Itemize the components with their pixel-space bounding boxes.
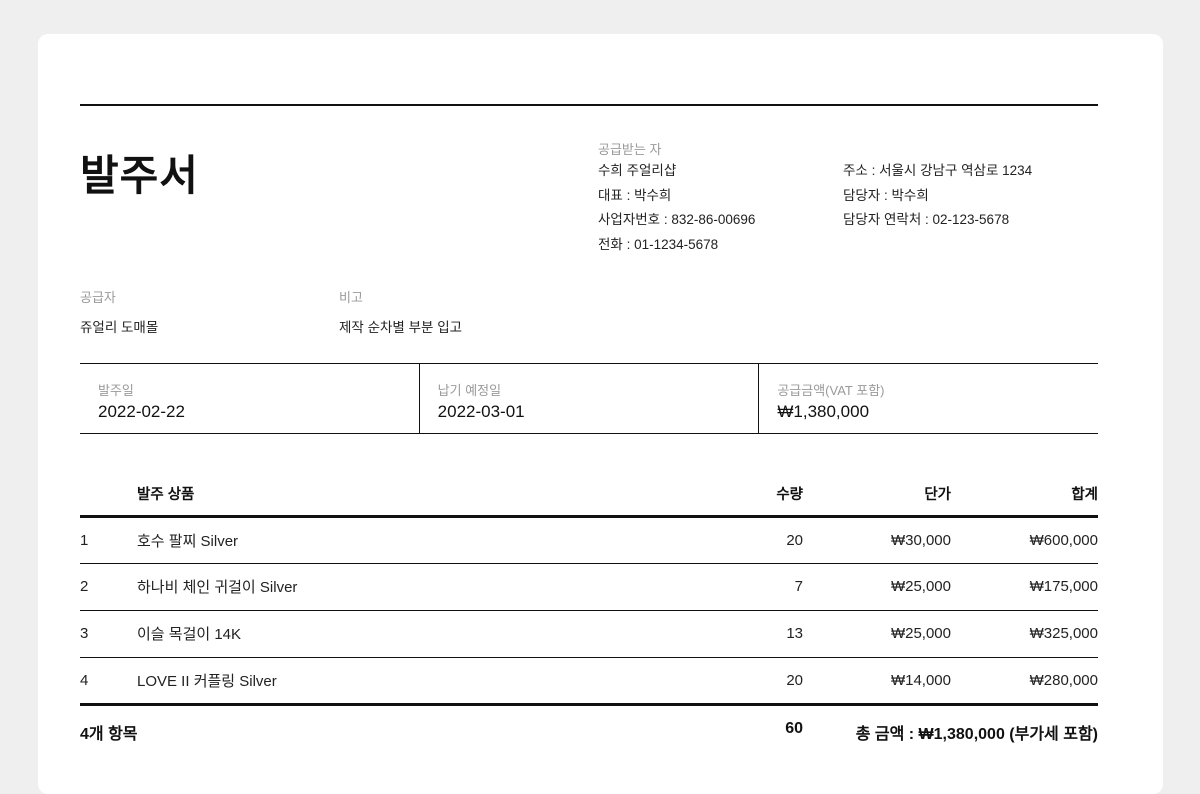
top-divider	[80, 104, 1098, 106]
amount-label: 공급금액(VAT 포함)	[777, 383, 885, 398]
row-quantity: 20	[723, 657, 803, 706]
row-total: ₩325,000	[951, 610, 1098, 658]
row-total: ₩175,000	[951, 563, 1098, 611]
row-product: LOVE II 커플링 Silver	[137, 657, 723, 706]
receiver-info-right: 주소 : 서울시 강남구 역삼로 1234 담당자 : 박수희 담당자 연락처 …	[843, 164, 1032, 238]
row-quantity: 7	[723, 563, 803, 611]
row-product: 이슬 목걸이 14K	[137, 610, 723, 658]
header-quantity: 수량	[723, 477, 803, 518]
purchase-order-card: 발주서 공급받는 자 수희 주얼리샵 대표 : 박수희 사업자번호 : 832-…	[38, 34, 1163, 794]
due-date-label: 납기 예정일	[437, 383, 502, 398]
header-number	[80, 477, 137, 518]
receiver-label: 공급받는 자	[598, 142, 662, 157]
table-row: 2 하나비 체인 귀걸이 Silver 7 ₩25,000 ₩175,000	[80, 563, 1098, 611]
order-date-value: 2022-02-22	[98, 402, 185, 421]
receiver-info-left: 수희 주얼리샵 대표 : 박수희 사업자번호 : 832-86-00696 전화…	[598, 164, 755, 262]
order-items-table: 발주 상품 수량 단가 합계 1 호수 팔찌 Silver 20 ₩30,000…	[80, 477, 1098, 706]
row-unit-price: ₩14,000	[803, 657, 951, 706]
order-summary: 발주일 2022-02-22 납기 예정일 2022-03-01 공급금액(VA…	[80, 363, 1098, 434]
table-row: 3 이슬 목걸이 14K 13 ₩25,000 ₩325,000	[80, 610, 1098, 658]
receiver-company: 수희 주얼리샵	[598, 163, 677, 178]
row-quantity: 20	[723, 516, 803, 564]
row-product: 호수 팔찌 Silver	[137, 516, 723, 564]
row-unit-price: ₩25,000	[803, 610, 951, 658]
row-quantity: 13	[723, 610, 803, 658]
due-date-cell: 납기 예정일 2022-03-01	[418, 364, 759, 433]
row-product: 하나비 체인 귀걸이 Silver	[137, 563, 723, 611]
table-row: 1 호수 팔찌 Silver 20 ₩30,000 ₩600,000	[80, 516, 1098, 564]
supplier-section: 공급자 쥬얼리 도매몰	[80, 287, 158, 336]
header-total: 합계	[951, 477, 1098, 518]
receiver-manager-contact: 담당자 연락처 : 02-123-5678	[843, 212, 1010, 227]
receiver-phone: 전화 : 01-1234-5678	[598, 236, 719, 252]
amount-value: ₩1,380,000	[777, 402, 870, 421]
order-date-cell: 발주일 2022-02-22	[80, 364, 419, 433]
row-number: 4	[80, 657, 137, 706]
row-number: 3	[80, 610, 137, 658]
due-date-value: 2022-03-01	[437, 402, 525, 421]
row-number: 1	[80, 516, 137, 564]
receiver-manager: 담당자 : 박수희	[843, 187, 929, 203]
row-total: ₩280,000	[951, 657, 1098, 706]
note-label: 비고	[339, 290, 363, 305]
amount-cell: 공급금액(VAT 포함) ₩1,380,000	[758, 364, 1098, 433]
receiver-business-number: 사업자번호 : 832-86-00696	[598, 212, 756, 227]
header-product: 발주 상품	[137, 477, 723, 518]
note-value: 제작 순차별 부분 입고	[339, 320, 463, 335]
order-date-label: 발주일	[98, 383, 134, 398]
receiver-ceo: 대표 : 박수희	[598, 187, 672, 203]
header-unit-price: 단가	[803, 477, 951, 518]
row-unit-price: ₩25,000	[803, 563, 951, 611]
supplier-label: 공급자	[80, 290, 116, 305]
row-unit-price: ₩30,000	[803, 516, 951, 564]
page-title: 발주서	[80, 152, 199, 199]
note-section: 비고 제작 순차별 부분 입고	[339, 287, 462, 336]
row-total: ₩600,000	[951, 516, 1098, 564]
receiver-address: 주소 : 서울시 강남구 역삼로 1234	[843, 163, 1033, 178]
grand-total: 총 금액 : ₩1,380,000 (부가세 포함)	[855, 726, 1098, 743]
table-footer: 4개 항목 60 총 금액 : ₩1,380,000 (부가세 포함)	[80, 717, 1098, 743]
row-number: 2	[80, 563, 137, 611]
total-quantity: 60	[785, 720, 803, 737]
supplier-value: 쥬얼리 도매몰	[80, 320, 159, 335]
item-count: 4개 항목	[80, 726, 138, 743]
table-row: 4 LOVE II 커플링 Silver 20 ₩14,000 ₩280,000	[80, 657, 1098, 706]
table-header-row: 발주 상품 수량 단가 합계	[80, 477, 1098, 518]
